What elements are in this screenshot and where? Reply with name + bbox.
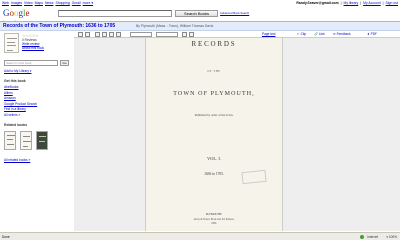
search-books-button[interactable]: Search Books [175,10,218,17]
all-related-books-link[interactable]: All related books » [4,158,30,162]
book-cover-thumbnail[interactable] [4,33,19,53]
browser-zoom-control[interactable]: ▾ 100% [386,235,397,239]
page-imprint-printer: Avery & Doten, Book and Job Printers. [193,218,235,221]
page-heading-town: TOWN OF PLYMOUTH, [173,91,255,97]
pdf-label: PDF [370,32,377,36]
logo-letter: e [25,8,30,18]
previous-page-icon[interactable] [78,32,83,37]
page-text-of-the: OF THE [207,70,221,73]
page-text-published: Published by order of the Town. [194,113,234,117]
separator: | [360,1,362,5]
next-page-icon[interactable] [85,32,90,37]
nav-link-images[interactable]: Images [11,1,22,5]
security-zone: Internet [367,234,378,239]
get-this-book-heading: Get this book [4,79,26,83]
feedback-label: Feedback [336,32,351,36]
nav-link-more[interactable]: more ▾ [83,1,93,5]
sign-out-link[interactable]: Sign out [386,1,398,5]
related-book-thumbnail[interactable] [4,131,16,150]
browser-status-bar: Done Internet ▾ 100% [0,232,400,240]
page-imprint-place: PLYMOUTH: [205,213,223,216]
clip-label: Clip [300,32,307,36]
search-in-book-input[interactable]: Search in this book [4,60,58,66]
nav-link-web[interactable]: Web [2,1,9,5]
nav-link-shopping[interactable]: Shopping [55,1,69,5]
nav-link-maps[interactable]: Maps [35,1,43,5]
link-button[interactable]: 🔗 Link [314,32,325,36]
search-in-book-go-button[interactable]: Go [60,60,69,66]
page-volume: VOL. I. [206,156,222,161]
book-search-input[interactable] [58,10,172,17]
nav-link-video[interactable]: Video [24,1,33,5]
related-book-thumbnail[interactable] [20,131,32,150]
advanced-search-link[interactable]: Advanced Book Search [220,11,249,15]
thumbnail-view-icon[interactable] [109,32,114,37]
download-pdf-button[interactable]: ⬇ PDF [367,32,377,36]
separator: | [340,1,342,5]
page-number-input[interactable] [130,32,152,37]
nav-link-gmail[interactable]: Gmail [72,1,81,5]
fullscreen-icon[interactable] [116,32,121,37]
book-page[interactable]: RECORDS OF THE TOWN OF PLYMOUTH, Publish… [145,38,283,231]
book-author: By Plymouth (Mass. : Town), William Thom… [136,24,214,28]
link-label: Link [318,32,325,36]
nav-link-news[interactable]: News [45,1,53,5]
about-book-link[interactable]: About this book [22,46,44,50]
clip-button[interactable]: ✂ Clip [297,32,306,36]
user-email: Randy.Seaver@gmail.com [296,1,339,5]
zoom-out-icon[interactable] [182,32,187,37]
separator: | [382,1,384,5]
google-books-logo[interactable]: Google books [3,8,47,28]
library-stamp [241,169,267,185]
two-page-view-icon[interactable] [102,32,107,37]
top-navigation: Web Images Video Maps News Shopping Gmai… [0,0,400,6]
internet-zone-icon [360,234,364,239]
zoom-in-icon[interactable] [189,32,194,37]
one-page-view-icon[interactable] [95,32,100,37]
viewer-toolbar [74,31,400,38]
book-title[interactable]: Records of the Town of Plymouth: 1636 to… [3,23,115,29]
status-text: Done [2,234,10,239]
my-library-link[interactable]: My library [344,1,359,5]
services-nav: Web Images Video Maps News Shopping Gmai… [2,1,93,5]
account-nav: Randy.Seaver@gmail.com | My library | My… [296,1,398,5]
related-book-thumbnail[interactable] [36,131,48,150]
page-imprint-year: 1889. [211,222,217,225]
seller-list: AbeBooks Alibris Amazon Google Product S… [4,85,37,113]
related-books-heading: Related books [4,123,28,127]
page-heading-records: RECORDS [191,40,237,48]
add-to-library-button[interactable]: Add to My Library ▾ [4,69,31,73]
my-account-link[interactable]: My Account [363,1,381,5]
zoom-select[interactable] [156,32,178,37]
page-text-link[interactable]: Page text [262,32,275,36]
feedback-button[interactable]: ✉ Feedback [333,32,351,36]
all-sellers-link[interactable]: All sellers » [4,113,20,117]
